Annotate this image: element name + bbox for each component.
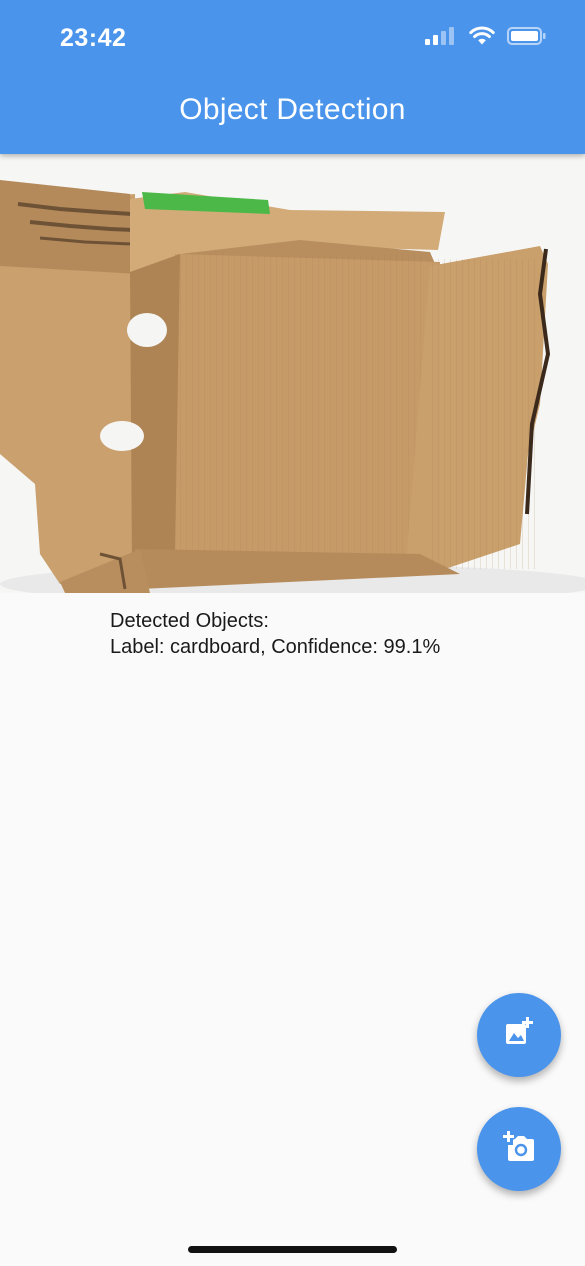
app-bar: 23:42 Object Detection <box>0 0 585 154</box>
battery-icon <box>507 26 547 51</box>
add-camera-button[interactable] <box>477 1107 561 1191</box>
add-photo-icon <box>502 1016 536 1055</box>
page-title: Object Detection <box>179 93 406 126</box>
add-photo-button[interactable] <box>477 993 561 1077</box>
home-indicator[interactable] <box>188 1246 397 1253</box>
cellular-signal-icon <box>425 26 457 51</box>
add-camera-icon <box>502 1130 536 1169</box>
result-item: Label: cardboard, Confidence: 99.1% <box>110 636 441 658</box>
status-time: 23:42 <box>60 24 127 52</box>
results-heading: Detected Objects: <box>110 610 269 632</box>
wifi-icon <box>469 26 495 51</box>
status-icons <box>425 26 547 51</box>
cardboard-box-photo <box>0 154 585 593</box>
detection-results: Detected Objects: Label: cardboard, Conf… <box>110 608 440 660</box>
